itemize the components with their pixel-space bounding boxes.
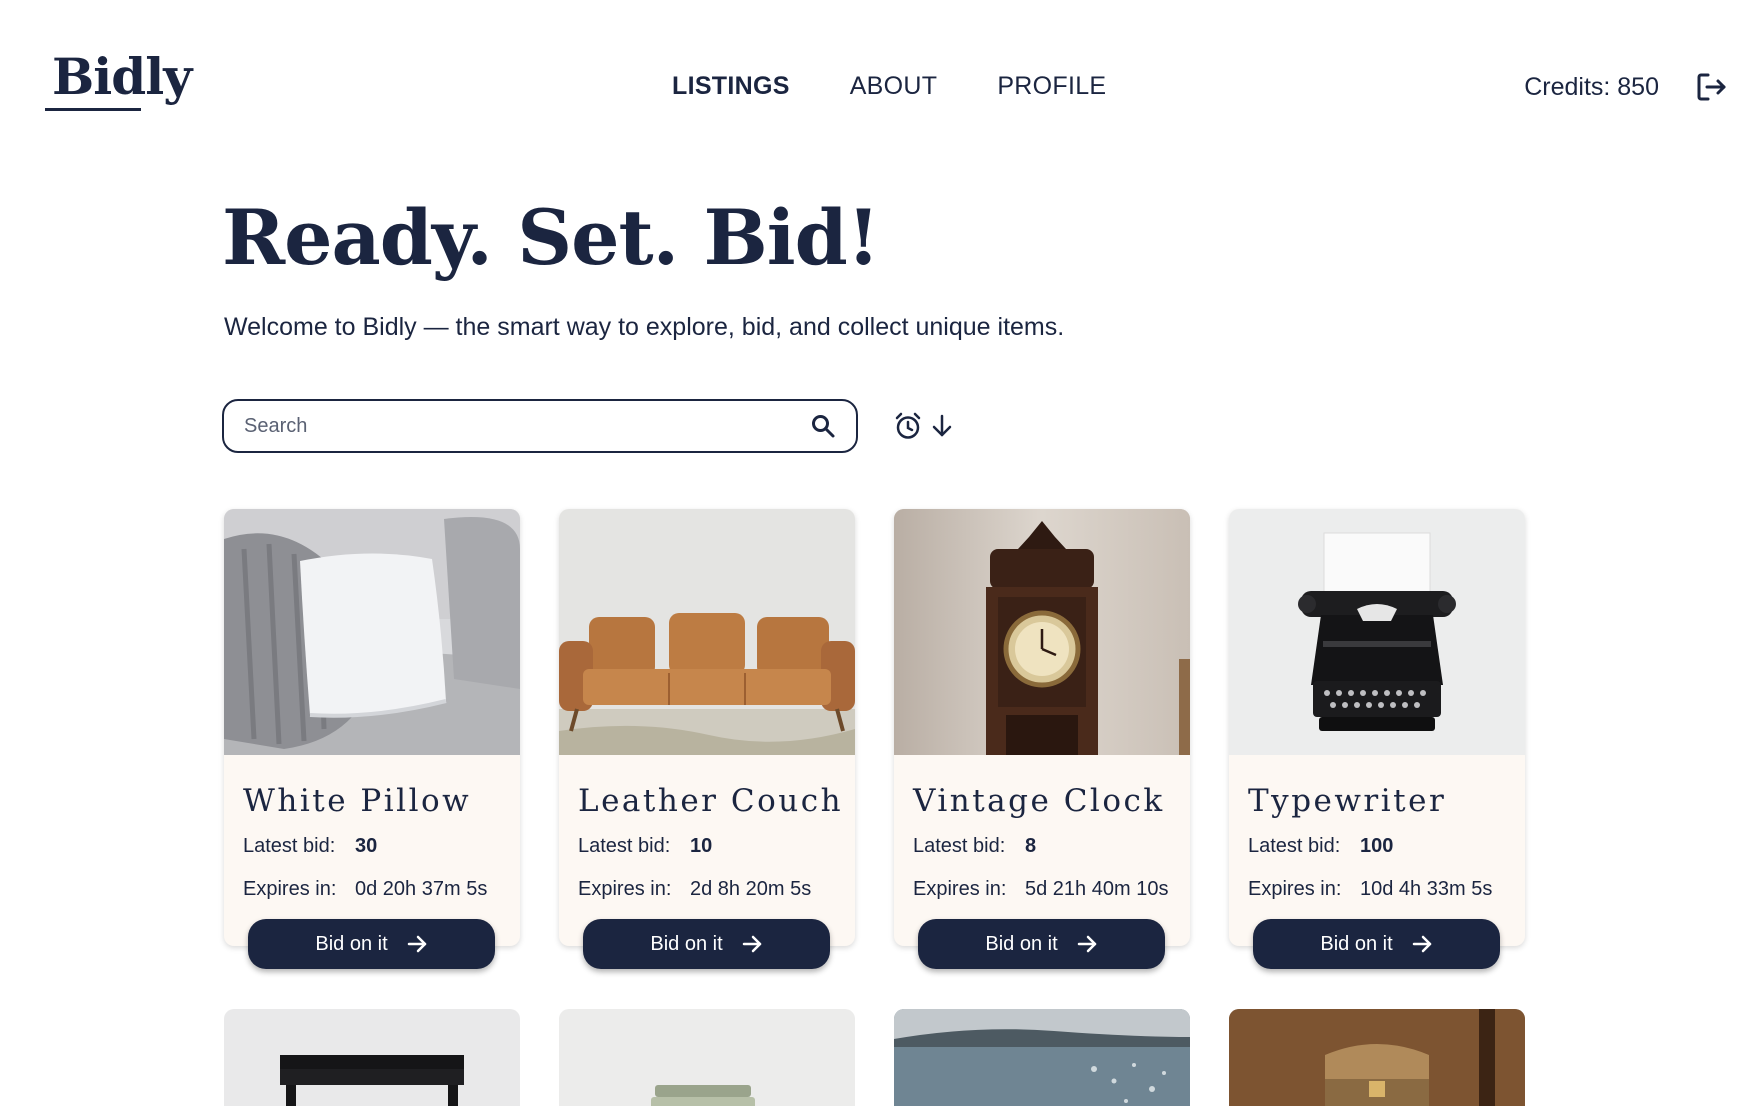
- sea-photo[interactable]: [894, 1009, 1190, 1106]
- latest-bid-label: Latest bid:: [913, 835, 1006, 857]
- latest-bid-label: Latest bid:: [578, 835, 671, 857]
- arrow-right-icon: [1412, 935, 1431, 953]
- white-pillow-photo: [224, 509, 520, 755]
- latest-bid-label: Latest bid:: [243, 835, 336, 857]
- expires-label: Expires in:: [578, 878, 672, 900]
- piano-photo[interactable]: [224, 1009, 520, 1106]
- listing-title[interactable]: Typewriter: [1248, 783, 1446, 819]
- latest-bid-value: 100: [1360, 835, 1394, 857]
- latest-bid-value: 30: [355, 835, 378, 857]
- expires-label: Expires in:: [1248, 878, 1342, 900]
- expires-row: Expires in: 5d 21h 40m 10s: [913, 878, 1168, 901]
- arrow-right-icon: [1077, 935, 1096, 953]
- vintage-clock-photo: [894, 509, 1190, 755]
- page: Bidly LISTINGS ABOUT PROFILE Credits: 85…: [0, 0, 1750, 1106]
- bid-button-label: Bid on it: [650, 932, 723, 955]
- search-input[interactable]: [244, 414, 810, 438]
- page-title: Ready. Set. Bid!: [222, 193, 880, 282]
- expires-row: Expires in: 0d 20h 37m 5s: [243, 878, 487, 901]
- latest-bid-row: Latest bid: 30: [243, 835, 377, 858]
- expires-value: 2d 8h 20m 5s: [690, 878, 812, 900]
- page-subtitle: Welcome to Bidly — the smart way to expl…: [224, 313, 1065, 341]
- expires-row: Expires in: 2d 8h 20m 5s: [578, 878, 811, 901]
- nav-profile[interactable]: PROFILE: [997, 72, 1106, 101]
- listing-card[interactable]: Vintage Clock Latest bid: 8 Expires in: 5d…: [894, 509, 1190, 969]
- bid-on-it-button[interactable]: Bid on it: [918, 919, 1165, 969]
- books-photo[interactable]: [559, 1009, 855, 1106]
- expires-row: Expires in: 10d 4h 33m 5s: [1248, 878, 1492, 901]
- latest-bid-row: Latest bid: 8: [913, 835, 1036, 858]
- leather-couch-photo: [559, 509, 855, 755]
- latest-bid-label: Latest bid:: [1248, 835, 1341, 857]
- nav-about[interactable]: ABOUT: [850, 72, 938, 101]
- latest-bid-value: 8: [1025, 835, 1037, 857]
- expires-value: 0d 20h 37m 5s: [355, 878, 488, 900]
- bid-on-it-button[interactable]: Bid on it: [1253, 919, 1500, 969]
- nav-listings[interactable]: LISTINGS: [672, 72, 790, 101]
- typewriter-photo: [1229, 509, 1525, 755]
- listing-title[interactable]: Vintage Clock: [913, 783, 1165, 819]
- expires-value: 5d 21h 40m 10s: [1025, 878, 1169, 900]
- bid-on-it-button[interactable]: Bid on it: [248, 919, 495, 969]
- bid-button-label: Bid on it: [985, 932, 1058, 955]
- listing-title[interactable]: White Pillow: [243, 783, 471, 819]
- bid-on-it-button[interactable]: Bid on it: [583, 919, 830, 969]
- logo-underline: [45, 108, 141, 111]
- listing-title[interactable]: Leather Couch: [578, 783, 843, 819]
- arrow-right-icon: [742, 935, 761, 953]
- latest-bid-row: Latest bid: 100: [1248, 835, 1393, 858]
- expires-label: Expires in:: [243, 878, 337, 900]
- expires-label: Expires in:: [913, 878, 1007, 900]
- arrow-right-icon: [407, 935, 426, 953]
- main-nav: LISTINGS ABOUT PROFILE: [672, 72, 1106, 101]
- listing-card[interactable]: Typewriter Latest bid: 100 Expires in: 10d…: [1229, 509, 1525, 969]
- bid-button-label: Bid on it: [1320, 932, 1393, 955]
- search-bar: [222, 399, 858, 453]
- latest-bid-value: 10: [690, 835, 713, 857]
- credits-display: Credits: 850: [1524, 73, 1659, 101]
- logo[interactable]: Bidly: [52, 52, 192, 102]
- alarm-clock-icon: [895, 412, 921, 439]
- expires-value: 10d 4h 33m 5s: [1360, 878, 1493, 900]
- sort-by-expiry-toggle[interactable]: [893, 411, 955, 441]
- logout-icon[interactable]: [1694, 70, 1728, 104]
- treasure-chest-photo[interactable]: [1229, 1009, 1525, 1106]
- search-icon[interactable]: [810, 413, 836, 439]
- listing-card[interactable]: White Pillow Latest bid: 30 Expires in: 0d…: [224, 509, 520, 969]
- listing-card[interactable]: Leather Couch Latest bid: 10 Expires in: 2…: [559, 509, 855, 969]
- latest-bid-row: Latest bid: 10: [578, 835, 712, 858]
- arrow-down-icon: [932, 414, 952, 437]
- bid-button-label: Bid on it: [315, 932, 388, 955]
